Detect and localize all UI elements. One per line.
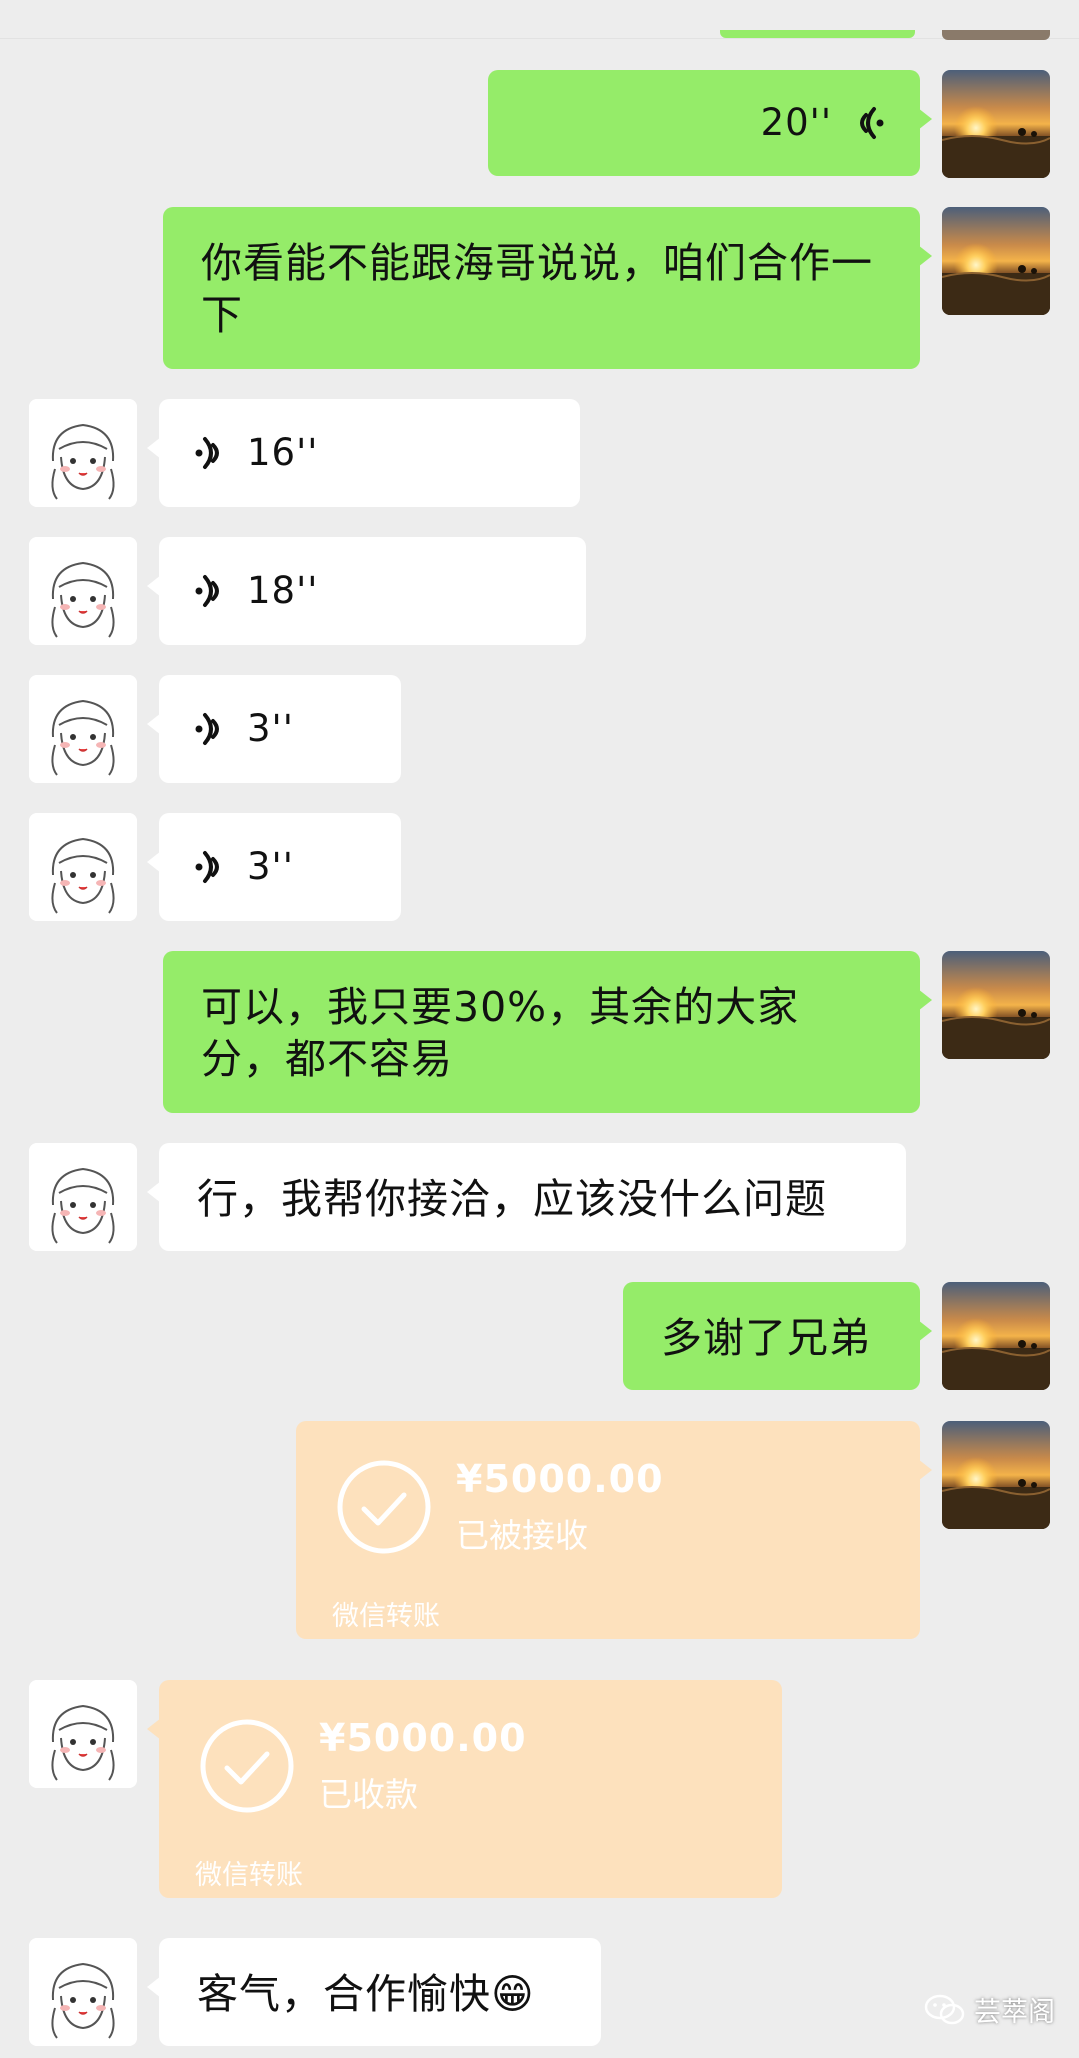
- contact-avatar[interactable]: [29, 1938, 137, 2046]
- contact-avatar[interactable]: [29, 675, 137, 783]
- incoming-voice-message[interactable]: 16'': [147, 399, 580, 507]
- incoming-transfer-card[interactable]: ¥5000.00 已收款 微信转账: [147, 1680, 782, 1898]
- transfer-brand: 微信转账: [195, 1860, 303, 1891]
- voice-wave-icon: [195, 713, 219, 745]
- watermark: 芸萃阁: [924, 1990, 1055, 2029]
- outgoing-text-message[interactable]: 多谢了兄弟: [623, 1282, 932, 1390]
- incoming-text-message[interactable]: 客气，合作愉快😁: [147, 1938, 601, 2046]
- check-circle-icon: [200, 1719, 294, 1813]
- transfer-status: 已收款: [319, 1775, 418, 1814]
- outgoing-voice-message[interactable]: 20'': [488, 70, 932, 176]
- contact-avatar[interactable]: [29, 399, 137, 507]
- voice-wave-icon: [195, 437, 219, 469]
- top-divider: [0, 38, 1079, 39]
- voice-wave-icon: [195, 851, 219, 883]
- message-text: 可以，我只要30%，其余的大家分，都不容易: [201, 983, 800, 1083]
- incoming-voice-message[interactable]: 3'': [147, 675, 401, 783]
- contact-avatar[interactable]: [29, 1680, 137, 1788]
- outgoing-transfer-card[interactable]: ¥5000.00 已被接收 微信转账: [296, 1421, 932, 1639]
- my-avatar[interactable]: [942, 1282, 1050, 1390]
- voice-duration: 16'': [247, 431, 319, 474]
- incoming-voice-message[interactable]: 18'': [147, 537, 586, 645]
- outgoing-text-message[interactable]: 你看能不能跟海哥说说，咱们合作一下: [163, 207, 932, 369]
- previous-avatar-edge: [942, 30, 1050, 40]
- voice-wave-icon: [860, 107, 884, 139]
- outgoing-text-message[interactable]: 可以，我只要30%，其余的大家分，都不容易: [163, 951, 932, 1113]
- incoming-voice-message[interactable]: 3'': [147, 813, 401, 921]
- incoming-text-message[interactable]: 行，我帮你接洽，应该没什么问题: [147, 1143, 906, 1251]
- voice-duration: 18'': [247, 569, 319, 612]
- watermark-label: 芸萃阁: [974, 1997, 1055, 2028]
- my-avatar[interactable]: [942, 951, 1050, 1059]
- my-avatar[interactable]: [942, 70, 1050, 178]
- transfer-amount: ¥5000.00: [319, 1716, 527, 1760]
- voice-duration: 3'': [247, 845, 294, 888]
- message-text: 你看能不能跟海哥说说，咱们合作一下: [201, 239, 873, 339]
- my-avatar[interactable]: [942, 1421, 1050, 1529]
- voice-duration: 20'': [760, 101, 832, 144]
- transfer-status: 已被接收: [456, 1516, 588, 1555]
- contact-avatar[interactable]: [29, 1143, 137, 1251]
- transfer-amount: ¥5000.00: [456, 1457, 664, 1501]
- contact-avatar[interactable]: [29, 537, 137, 645]
- message-text: 多谢了兄弟: [661, 1314, 871, 1362]
- message-text: 客气，合作愉快😁: [197, 1970, 535, 2018]
- contact-avatar[interactable]: [29, 813, 137, 921]
- previous-bubble-edge: [720, 30, 915, 38]
- wechat-icon: [924, 1994, 965, 2024]
- voice-duration: 3'': [247, 707, 294, 750]
- transfer-brand: 微信转账: [332, 1601, 440, 1632]
- voice-wave-icon: [195, 575, 219, 607]
- message-text: 行，我帮你接洽，应该没什么问题: [197, 1175, 827, 1223]
- my-avatar[interactable]: [942, 207, 1050, 315]
- check-circle-icon: [337, 1460, 431, 1554]
